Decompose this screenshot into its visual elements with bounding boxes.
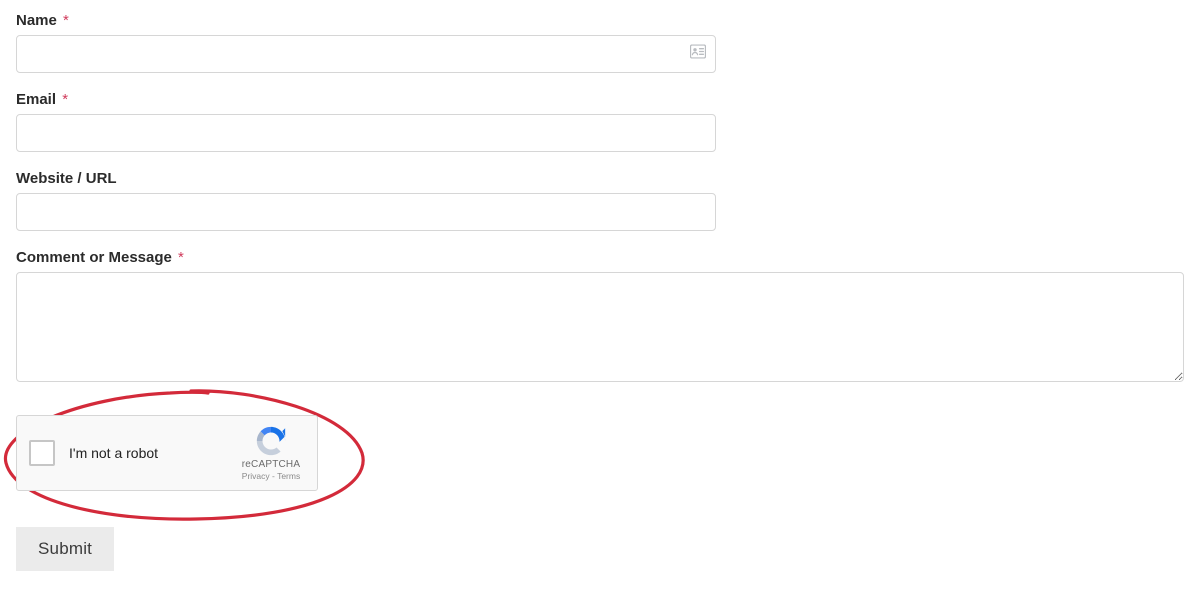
email-field: Email * bbox=[16, 91, 1184, 152]
recaptcha-terms-link[interactable]: Terms bbox=[277, 471, 300, 481]
email-input[interactable] bbox=[16, 114, 716, 152]
recaptcha-link-separator: - bbox=[270, 471, 277, 481]
recaptcha-label: I'm not a robot bbox=[69, 445, 158, 461]
email-label: Email * bbox=[16, 91, 1184, 108]
recaptcha-brand-text: reCAPTCHA bbox=[235, 459, 307, 470]
name-input[interactable] bbox=[16, 35, 716, 73]
website-label: Website / URL bbox=[16, 170, 1184, 187]
comment-label: Comment or Message * bbox=[16, 249, 1184, 266]
submit-button[interactable]: Submit bbox=[16, 527, 114, 571]
name-input-wrap bbox=[16, 35, 1184, 73]
recaptcha-container: I'm not a robot reCAPTCHA Privacy - Term… bbox=[16, 415, 396, 491]
comment-label-text: Comment or Message bbox=[16, 249, 172, 266]
recaptcha-branding: reCAPTCHA Privacy - Terms bbox=[235, 424, 307, 481]
recaptcha-icon bbox=[254, 424, 288, 458]
name-field: Name * bbox=[16, 12, 1184, 73]
recaptcha-privacy-link[interactable]: Privacy bbox=[242, 471, 270, 481]
required-indicator: * bbox=[63, 12, 69, 29]
name-label-text: Name bbox=[16, 12, 57, 29]
recaptcha-checkbox[interactable] bbox=[29, 440, 55, 466]
required-indicator: * bbox=[62, 91, 68, 108]
comment-textarea[interactable] bbox=[16, 272, 1184, 382]
website-label-text: Website / URL bbox=[16, 170, 117, 187]
comment-field: Comment or Message * bbox=[16, 249, 1184, 387]
website-field: Website / URL bbox=[16, 170, 1184, 231]
email-label-text: Email bbox=[16, 91, 56, 108]
name-label: Name * bbox=[16, 12, 1184, 29]
website-input[interactable] bbox=[16, 193, 716, 231]
recaptcha-widget: I'm not a robot reCAPTCHA Privacy - Term… bbox=[16, 415, 318, 491]
required-indicator: * bbox=[178, 249, 184, 266]
recaptcha-links: Privacy - Terms bbox=[235, 471, 307, 481]
